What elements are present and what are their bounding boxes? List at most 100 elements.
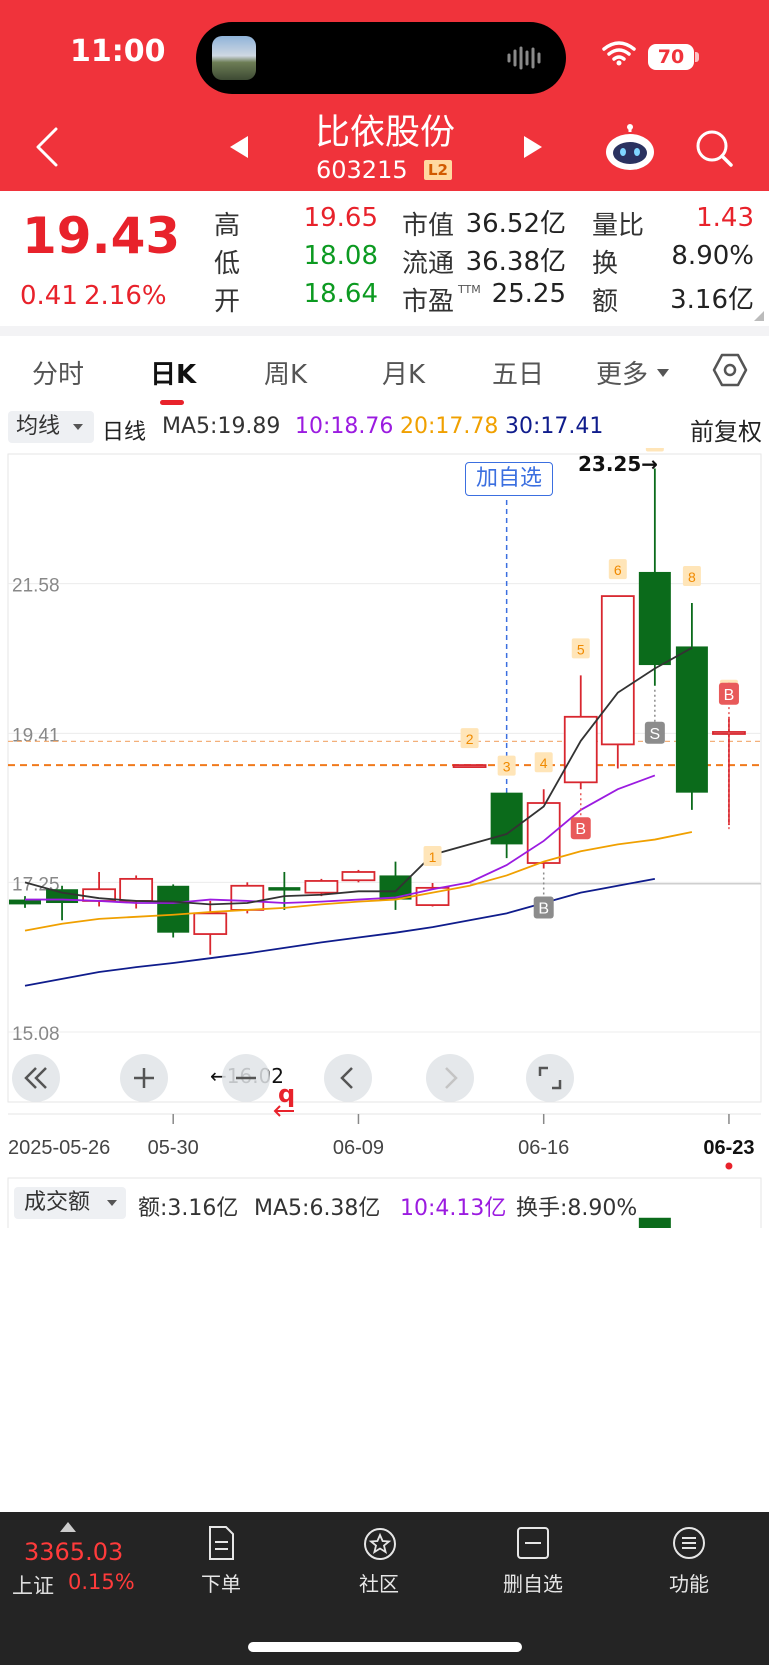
assistant-robot-icon[interactable] (604, 124, 656, 172)
low-label: 低 (214, 249, 241, 279)
add-watchlist-tag[interactable]: 加自选 (465, 462, 553, 496)
search-icon[interactable] (694, 128, 734, 168)
candle-body (304, 880, 339, 894)
candle-body (193, 912, 228, 935)
functions-button[interactable]: 功能 (644, 1524, 734, 1597)
dynamic-island (196, 22, 566, 94)
remove-watchlist-label: 删自选 (503, 1572, 563, 1596)
today-dot (725, 1162, 733, 1170)
tab-more[interactable]: 更多 (596, 354, 648, 391)
chevron-left-icon (340, 1067, 353, 1089)
y-tick-label: 19.41 (12, 725, 60, 746)
tab-month-k[interactable]: 月K (382, 354, 425, 391)
open-value: 18.64 (303, 279, 378, 309)
tab-week-k[interactable]: 周K (264, 354, 307, 391)
active-tab-indicator (160, 400, 184, 405)
scroll-right-button[interactable] (426, 1054, 474, 1102)
day-marker-number: 3 (503, 759, 511, 775)
community-star-icon (364, 1528, 396, 1560)
tab-day-k[interactable]: 日K (150, 354, 196, 391)
fullscreen-button[interactable] (526, 1054, 574, 1102)
x-tick-label: 06-23 (703, 1137, 754, 1159)
functions-label: 功能 (669, 1572, 709, 1596)
volume-ratio-value: 1.43 (696, 203, 754, 233)
prev-stock-icon[interactable] (226, 134, 252, 160)
market-cap-value: 36.52亿 (465, 209, 566, 239)
volume-ma5: MA5:6.38亿 (254, 1196, 381, 1221)
volume-indicator-label: 成交额 (24, 1190, 91, 1215)
tab-timeshare[interactable]: 分时 (32, 354, 84, 391)
chevron-right-icon (445, 1067, 458, 1089)
indicator-selector[interactable]: 均线 (8, 411, 94, 443)
day-marker-number: 7 (651, 448, 659, 450)
back-icon[interactable] (34, 126, 60, 168)
zoom-out-button[interactable] (222, 1054, 270, 1102)
wifi-icon (602, 41, 636, 66)
x-tick-label: 06-16 (518, 1137, 569, 1159)
battery-indicator: 70 (648, 44, 694, 70)
chevron-down-icon (107, 1200, 117, 1206)
day-marker-number: 6 (614, 562, 622, 578)
community-button[interactable]: 社区 (334, 1524, 424, 1597)
amount-value: 3.16亿 (670, 285, 754, 315)
now-playing-thumbnail (212, 36, 256, 80)
home-indicator (248, 1642, 522, 1652)
candle-body (341, 871, 376, 882)
expand-corner-icon[interactable] (754, 311, 764, 321)
volume-ma10: 10:4.13亿 (400, 1196, 507, 1221)
community-label: 社区 (359, 1572, 399, 1596)
candle-body (638, 571, 671, 666)
index-name: 上证 (12, 1574, 54, 1598)
up-triangle-icon (60, 1522, 76, 1532)
remove-watchlist-button[interactable]: 删自选 (488, 1524, 578, 1597)
order-label: 下单 (201, 1572, 241, 1596)
minus-icon (236, 1076, 256, 1080)
menu-circle-icon (673, 1527, 705, 1559)
scroll-left-button[interactable] (324, 1054, 372, 1102)
float-cap-label: 流通 (402, 249, 455, 279)
day-marker-number: 5 (577, 641, 585, 657)
pe-value: 25.25 (491, 279, 566, 309)
day-marker-number: 1 (429, 849, 437, 865)
candle-body (600, 595, 635, 746)
stock-code: 603215 (316, 156, 408, 184)
indicator-selector-label: 均线 (16, 414, 61, 439)
index-value[interactable]: 3365.03 (24, 1538, 123, 1566)
candle-body (526, 802, 561, 864)
candle-body (675, 646, 708, 793)
day-marker-number: 2 (466, 731, 474, 747)
volume-indicator-selector[interactable]: 成交额 (14, 1187, 126, 1219)
header-bar: 11:00 70 比依股份 603215 L2 (0, 0, 769, 191)
chevron-down-icon (73, 424, 83, 430)
candle-body (119, 877, 154, 902)
tab-five-day[interactable]: 五日 (492, 354, 544, 391)
day-marker-number: 8 (688, 569, 696, 585)
scroll-start-button[interactable] (12, 1054, 60, 1102)
candle-body (230, 884, 265, 911)
chevron-down-icon (657, 369, 669, 377)
zoom-in-button[interactable] (120, 1054, 168, 1102)
chart-settings-icon[interactable] (712, 352, 748, 388)
y-tick-label: 21.58 (12, 576, 60, 597)
x-tick-label: 06-09 (333, 1137, 384, 1159)
volume-bar (638, 1217, 671, 1228)
stock-detail-screen: { "status_bar": { "time": "11:00", "batt… (0, 0, 769, 1665)
plus-icon (134, 1068, 154, 1088)
open-label: 开 (214, 287, 241, 317)
double-chevron-left-icon (24, 1067, 47, 1089)
candle-body (46, 889, 79, 904)
add-watchlist-label: 加自选 (475, 466, 542, 491)
last-price: 19.43 (22, 207, 181, 265)
kline-chart[interactable]: 23.7521.5819.4117.2515.082025-05-2605-30… (0, 448, 769, 1228)
level-badge: L2 (424, 160, 452, 180)
next-stock-icon[interactable] (520, 134, 546, 160)
price-adjust-selector[interactable]: 前复权 (690, 412, 762, 447)
x-tick-label: 2025-05-26 (8, 1137, 110, 1159)
signal-letter: S (650, 726, 661, 743)
order-button[interactable]: 下单 (176, 1524, 266, 1597)
amount-label: 额 (592, 287, 619, 317)
period-tabs: 分时 日K 周K 月K 五日 更多 (0, 336, 769, 408)
document-icon (209, 1526, 234, 1560)
signal-letter: B (575, 821, 586, 838)
signal-letter: B (724, 687, 735, 704)
